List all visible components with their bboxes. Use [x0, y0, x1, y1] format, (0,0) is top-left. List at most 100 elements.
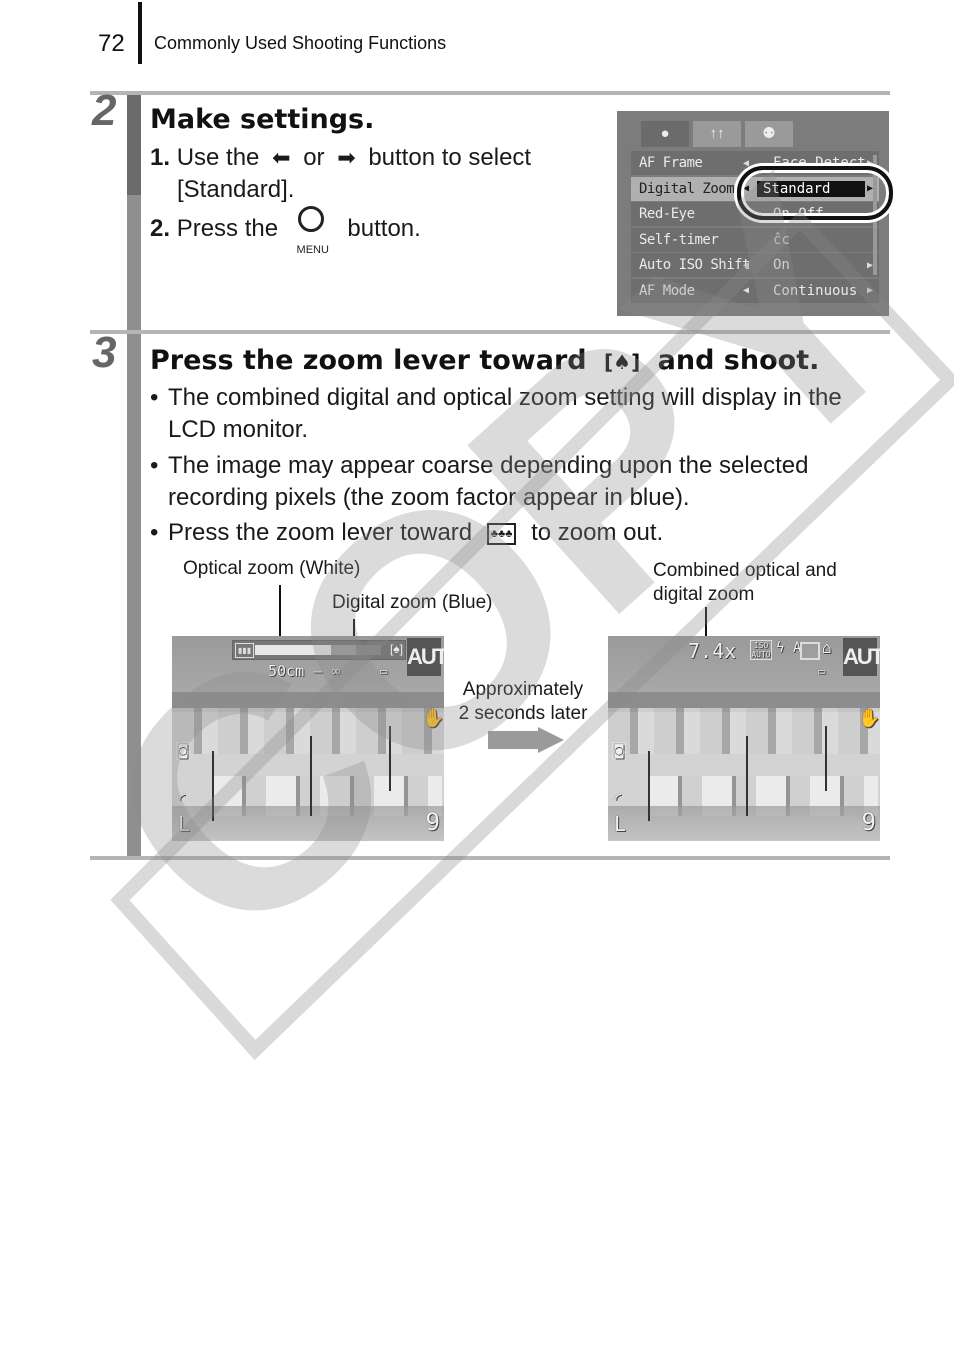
- section-divider: [90, 856, 890, 860]
- left-chevron-icon: ◀: [743, 285, 750, 297]
- camera-icon: ●: [641, 121, 689, 147]
- auto-mode-badge: AUTO: [407, 638, 444, 676]
- bullet-item: • Press the zoom lever toward ♣♣♣ to zoom…: [150, 517, 895, 549]
- menu-row-label: Auto ISO Shift: [639, 257, 751, 274]
- menu-row-self-timer: Self-timer ĉc: [631, 227, 879, 252]
- step-number: 3: [92, 328, 117, 377]
- step-instruction-2: 2. Press the MENU button.: [150, 206, 590, 256]
- optical-zoom-fill: [255, 645, 331, 655]
- step-title: Make settings.: [150, 104, 375, 135]
- selection-highlight-ring: [737, 166, 893, 220]
- page-number: 72: [98, 30, 125, 57]
- umbrella-pole: [825, 726, 827, 791]
- menu-row-af-mode: AF Mode ◀ Continuous ▶: [631, 278, 879, 303]
- step-instruction-1: 1. Use the ⬅ or ➡ button to select [Stan…: [150, 142, 590, 206]
- menu-row-value: Continuous: [773, 282, 858, 299]
- settings-icon: ↑↑: [693, 121, 741, 147]
- umbrella-pole: [212, 751, 214, 821]
- step-number: 2: [92, 86, 117, 135]
- chapter-title: Commonly Used Shooting Functions: [154, 33, 447, 53]
- bullet-text: LCD monitor.: [168, 416, 309, 443]
- bullet-text: Press the zoom lever toward: [168, 519, 473, 546]
- compression-icon: ◜: [176, 786, 189, 810]
- button-ring-icon: [297, 206, 324, 232]
- header-divider: [138, 2, 142, 64]
- title-text: Press the zoom lever toward: [150, 345, 587, 376]
- instruction-text: button.: [347, 215, 421, 242]
- camera-shake-icon: ✋: [422, 708, 444, 729]
- focus-range-readout: 50cm — ∞: [268, 662, 341, 680]
- section-divider: [90, 330, 890, 334]
- umbrella-pole: [310, 736, 312, 816]
- telephoto-icon: [♠]: [389, 642, 403, 656]
- right-arrow-icon: [488, 731, 538, 749]
- my-settings-icon: ⚉: [745, 121, 793, 147]
- image-size-label: L: [614, 812, 627, 836]
- battery-icon: ▭: [380, 664, 388, 678]
- caption-text: Approximately: [462, 679, 584, 700]
- caption-text: Combined optical and: [653, 560, 837, 581]
- menu-button-icon: MENU: [293, 206, 333, 256]
- instruction-text: button to select: [368, 144, 532, 171]
- compression-icon: ◜: [612, 786, 625, 810]
- zoom-remaining: [356, 645, 381, 655]
- transition-caption: Approximately 2 seconds later: [448, 678, 598, 726]
- umbrella-pole: [648, 751, 650, 821]
- zoom-factor-readout: 7.4x: [688, 639, 737, 663]
- caption-text: 2 seconds later: [458, 703, 588, 724]
- bullet-icon: •: [150, 519, 159, 546]
- menu-row-value: On: [773, 257, 790, 274]
- left-chevron-icon: ◀: [743, 259, 750, 271]
- shots-remaining: 9: [861, 808, 876, 836]
- left-arrow-icon: ⬅: [272, 145, 291, 170]
- image-size-label: L: [178, 812, 191, 836]
- camera-orientation-icon: ⌂: [822, 638, 832, 657]
- section-bar: [127, 334, 141, 856]
- instruction-text: or: [303, 144, 325, 171]
- telephoto-icon: [♠]: [604, 350, 641, 374]
- sky-area: [608, 636, 880, 696]
- bullet-text: The combined digital and optical zoom se…: [168, 384, 842, 411]
- bullet-icon: •: [150, 384, 159, 411]
- digital-zoom-fill: [331, 645, 356, 655]
- step-title: Press the zoom lever toward [♠] and shoo…: [150, 345, 819, 376]
- menu-row-auto-iso-shift: Auto ISO Shift ◀ On ▶: [631, 253, 879, 278]
- menu-row-label: AF Mode: [639, 282, 695, 299]
- camera-shake-icon: ✋: [858, 708, 880, 729]
- left-chevron-icon: ◀: [743, 157, 750, 169]
- section-divider: [90, 91, 890, 95]
- instruction-text: [Standard].: [177, 176, 295, 203]
- bullet-item: • The combined digital and optical zoom s…: [150, 382, 895, 446]
- umbrella-pole: [746, 736, 748, 816]
- right-arrow-icon: ➡: [337, 145, 356, 170]
- menu-row-label: Red-Eye: [639, 206, 695, 223]
- zoom-bar: ▮▮▮ [♠]: [232, 640, 406, 660]
- auto-mode-badge: AUTO: [843, 638, 880, 676]
- camera-menu-tabs: ● ↑↑ ⚉: [641, 121, 793, 147]
- menu-row-label: AF Frame: [639, 155, 703, 171]
- shots-remaining: 9: [425, 808, 440, 836]
- item-number: 1.: [150, 144, 171, 171]
- umbrella-pole: [389, 726, 391, 791]
- metering-icon: ◙: [176, 742, 191, 760]
- caption-optical-zoom: Optical zoom (White): [183, 558, 361, 579]
- caption-combined-zoom: Combined optical and digital zoom: [653, 559, 837, 607]
- self-timer-icon: ĉc: [773, 231, 790, 248]
- section-bar: [127, 195, 141, 330]
- menu-row-label: Self-timer: [639, 231, 719, 248]
- bullet-text: to zoom out.: [531, 519, 664, 546]
- drive-mode-icon: [800, 642, 820, 660]
- lcd-screen-after: 7.4x ISO AUTO ϟ A ⌂ ▭ AUTO ✋ ◙ ◜ L 9: [608, 636, 880, 841]
- lcd-screen-before: ▮▮▮ [♠] 50cm — ∞ ▭ AUTO ✋ ◙ ◜ L 9: [172, 636, 444, 841]
- bullet-icon: •: [150, 452, 159, 479]
- menu-button-label: MENU: [296, 244, 329, 256]
- bullet-text: recording pixels (the zoom factor appear…: [168, 484, 690, 511]
- section-bar: [127, 95, 141, 195]
- battery-icon: ▭: [818, 664, 826, 678]
- caption-digital-zoom: Digital zoom (Blue): [332, 592, 493, 613]
- title-text: and shoot.: [657, 345, 820, 376]
- right-chevron-icon: ▶: [866, 285, 873, 297]
- instruction-text: Use the: [176, 144, 260, 171]
- instruction-text: Press the: [176, 215, 279, 242]
- bullet-item: • The image may appear coarse depending u…: [150, 450, 895, 514]
